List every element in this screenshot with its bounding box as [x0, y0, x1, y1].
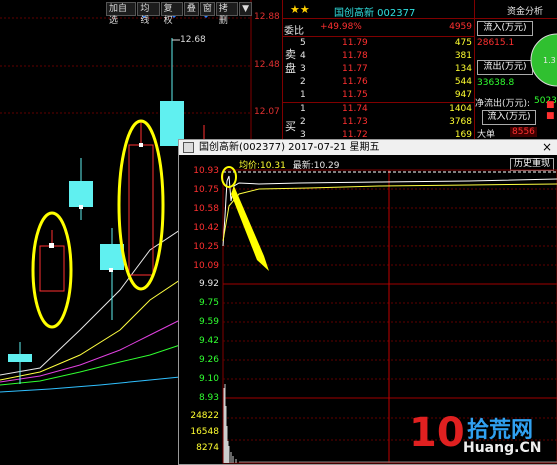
sell-row: 3 11.77 134: [300, 64, 472, 74]
inflow-label: 流入(万元): [477, 21, 533, 36]
popup-title: 国创高新(002377) 2017-07-21 星期五: [199, 142, 380, 153]
outflow-label: 流出(万元): [477, 60, 533, 75]
webi-label: 委比: [284, 26, 304, 37]
price-axis-label: 12.88: [254, 12, 280, 22]
price-tick: 9.26: [198, 355, 219, 365]
price-tick: 10.42: [193, 223, 219, 233]
price-tick: 9.10: [198, 374, 219, 384]
add-watchlist-button[interactable]: 加自选: [106, 2, 137, 26]
high-price-label: 12.68: [180, 35, 206, 45]
watermark-number: 10: [409, 410, 465, 456]
chart-toolbar: 加自选 均线 复权 叠 窗 拷删 ▼: [106, 2, 252, 26]
sell-row: 1 11.75 947: [300, 90, 472, 100]
watermark-domain: Huang.CN: [463, 440, 542, 456]
sell-row: 2 11.76 544: [300, 77, 472, 87]
close-icon[interactable]: ×: [542, 140, 552, 155]
price-tick: 9.42: [198, 336, 219, 346]
price-tick: 9.59: [198, 317, 219, 327]
price-tick: 10.93: [193, 166, 219, 176]
inflow2-label: 流入(万元): [482, 110, 536, 125]
copy-delete-button[interactable]: 拷删: [215, 2, 239, 26]
window-button[interactable]: 窗: [199, 2, 215, 16]
star-icon[interactable]: ★★: [290, 3, 310, 16]
ma-button[interactable]: 均线: [137, 2, 160, 26]
sell-row: 5 11.79 475: [300, 38, 472, 48]
volume-tick: 24822: [190, 411, 219, 421]
price-axis-label: 12.07: [254, 107, 280, 117]
buy-row: 1 11.74 1404: [300, 104, 472, 114]
sell-row: 4 11.78 381: [300, 51, 472, 61]
big-order-value: 8556: [510, 127, 537, 137]
volume-tick: 16548: [190, 427, 219, 437]
quote-panel: ★★ 国创高新 002377 资金分析 委比 +49.98% 4959 卖盘 买…: [282, 0, 557, 140]
toolbar-dropdown-arrow[interactable]: ▼: [239, 2, 252, 16]
inflow-value: 28615.1: [477, 38, 515, 48]
net-outflow-label: 净流出(万元):: [475, 99, 531, 109]
popup-titlebar[interactable]: 国创高新(002377) 2017-07-21 星期五 ×: [179, 140, 557, 155]
price-tick: 9.75: [198, 298, 219, 308]
fund-analysis-tab[interactable]: 资金分析: [507, 4, 543, 17]
buy-row: 2 11.73 3768: [300, 117, 472, 127]
price-tick: 9.92: [198, 279, 219, 289]
webi-diff: 4959: [449, 22, 472, 32]
adjust-button[interactable]: 复权: [160, 2, 183, 26]
webi-value: +49.98%: [320, 22, 362, 32]
outflow-value: 33638.8: [477, 78, 515, 88]
popup-app-icon: [183, 142, 194, 153]
volume-tick: 8274: [196, 443, 219, 453]
price-axis-label: 12.48: [254, 60, 280, 70]
price-tick: 10.75: [193, 185, 219, 195]
pie-value: 1.3: [543, 56, 556, 65]
price-tick: 10.25: [193, 242, 219, 252]
stock-title: 国创高新 002377: [334, 8, 416, 19]
price-tick: 8.93: [198, 393, 219, 403]
watermark-logo: 10 拾荒网 Huang.CN: [405, 410, 555, 460]
price-tick: 10.58: [193, 204, 219, 214]
price-tick: 10.09: [193, 261, 219, 271]
pie-dots: ■ ■: [546, 100, 555, 121]
overlay-button[interactable]: 叠: [183, 2, 199, 16]
